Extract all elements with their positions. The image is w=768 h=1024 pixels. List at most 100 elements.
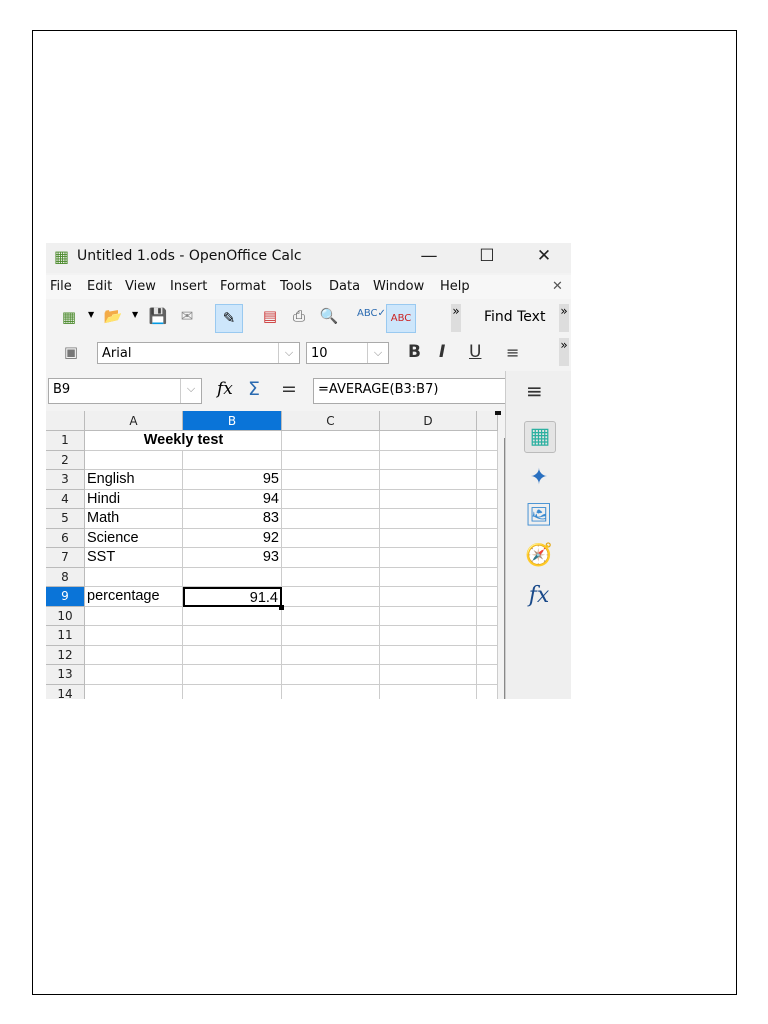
cell-E13[interactable] [477, 665, 498, 685]
font-name-combo[interactable]: Arial ⌵ [97, 342, 300, 364]
cell-A7[interactable]: SST [85, 548, 183, 568]
align-left-button[interactable]: ≡ [506, 343, 519, 362]
find-text-field[interactable]: Find Text [484, 309, 545, 325]
cell-B3[interactable]: 95 [183, 470, 282, 490]
column-header-b[interactable]: B [183, 411, 282, 431]
navigator-icon[interactable]: 🧭 [524, 541, 554, 571]
bold-button[interactable]: B [408, 342, 421, 362]
cell-C7[interactable] [282, 548, 380, 568]
cell-C5[interactable] [282, 509, 380, 529]
cell-B14[interactable] [183, 684, 282, 699]
cell-A13[interactable] [85, 665, 183, 685]
cell-A9[interactable]: percentage [85, 587, 183, 607]
styles-icon[interactable]: ▣ [60, 343, 82, 361]
function-equals-icon[interactable]: = [281, 378, 297, 400]
row-header-9[interactable]: 9 [46, 587, 85, 607]
italic-button[interactable]: I [439, 342, 445, 362]
cell-A1[interactable]: Weekly test [85, 431, 282, 451]
cell-C12[interactable] [282, 645, 380, 665]
cell-C6[interactable] [282, 528, 380, 548]
cell-B8[interactable] [183, 567, 282, 587]
cell-E5[interactable] [477, 509, 498, 529]
cell-E3[interactable] [477, 470, 498, 490]
cell-E2[interactable] [477, 450, 498, 470]
cell-B9[interactable]: 91.4 [183, 587, 282, 607]
cell-C14[interactable] [282, 684, 380, 699]
row-header-10[interactable]: 10 [46, 606, 85, 626]
cell-A6[interactable]: Science [85, 528, 183, 548]
sum-icon[interactable]: Σ [248, 378, 260, 400]
cell-D9[interactable] [380, 587, 477, 607]
properties-icon[interactable]: ▦ [524, 421, 556, 453]
cell-D5[interactable] [380, 509, 477, 529]
find-more-button[interactable]: » [559, 304, 569, 332]
spellcheck-icon[interactable]: ABC✓ [357, 308, 386, 319]
cell-A14[interactable] [85, 684, 183, 699]
cell-C4[interactable] [282, 489, 380, 509]
sidebar-menu-icon[interactable]: ≡ [526, 379, 543, 403]
row-header-6[interactable]: 6 [46, 528, 85, 548]
print-icon[interactable]: ⎙ [288, 307, 310, 325]
menu-window[interactable]: Window [373, 279, 424, 294]
cell-E8[interactable] [477, 567, 498, 587]
row-header-13[interactable]: 13 [46, 665, 85, 685]
print-preview-icon[interactable]: 🔍 [318, 307, 340, 325]
cell-B10[interactable] [183, 606, 282, 626]
cell-C9[interactable] [282, 587, 380, 607]
cell-C11[interactable] [282, 626, 380, 646]
cell-B4[interactable]: 94 [183, 489, 282, 509]
cell-E4[interactable] [477, 489, 498, 509]
save-icon[interactable]: 💾 [147, 307, 169, 325]
cell-E1[interactable] [477, 431, 498, 451]
cell-C3[interactable] [282, 470, 380, 490]
cell-D8[interactable] [380, 567, 477, 587]
cell-A11[interactable] [85, 626, 183, 646]
cell-B12[interactable] [183, 645, 282, 665]
menu-format[interactable]: Format [220, 279, 266, 294]
cell-A10[interactable] [85, 606, 183, 626]
edit-mode-icon[interactable]: ✎ [215, 304, 243, 333]
cell-D2[interactable] [380, 450, 477, 470]
chevron-down-icon[interactable]: ⌵ [367, 343, 388, 363]
cell-D12[interactable] [380, 645, 477, 665]
cell-E10[interactable] [477, 606, 498, 626]
function-wizard-icon[interactable]: fx [217, 379, 233, 399]
row-header-8[interactable]: 8 [46, 567, 85, 587]
cell-E7[interactable] [477, 548, 498, 568]
close-document-button[interactable]: ✕ [552, 279, 563, 294]
menu-tools[interactable]: Tools [280, 279, 312, 294]
cell-D6[interactable] [380, 528, 477, 548]
cell-B5[interactable]: 83 [183, 509, 282, 529]
gallery-icon[interactable]: 🖼 [524, 501, 554, 531]
cell-C2[interactable] [282, 450, 380, 470]
cell-E6[interactable] [477, 528, 498, 548]
maximize-button[interactable]: ☐ [472, 246, 502, 266]
cell-D4[interactable] [380, 489, 477, 509]
export-pdf-icon[interactable]: ▤ [259, 307, 281, 325]
cell-D14[interactable] [380, 684, 477, 699]
row-header-12[interactable]: 12 [46, 645, 85, 665]
cell-C8[interactable] [282, 567, 380, 587]
cell-A12[interactable] [85, 645, 183, 665]
cell-B7[interactable]: 93 [183, 548, 282, 568]
minimize-button[interactable]: — [414, 246, 444, 266]
cell-B6[interactable]: 92 [183, 528, 282, 548]
cell-B13[interactable] [183, 665, 282, 685]
autospellcheck-icon[interactable]: ABC [386, 304, 416, 333]
chevron-down-icon[interactable]: ⌵ [278, 343, 299, 363]
cell-B11[interactable] [183, 626, 282, 646]
cell-D13[interactable] [380, 665, 477, 685]
open-dropdown-icon[interactable]: ▼ [132, 310, 138, 319]
font-size-combo[interactable]: 10 ⌵ [306, 342, 389, 364]
cell-A3[interactable]: English [85, 470, 183, 490]
row-header-14[interactable]: 14 [46, 684, 85, 699]
select-all-corner[interactable] [46, 411, 85, 431]
row-header-11[interactable]: 11 [46, 626, 85, 646]
open-folder-icon[interactable]: 📂 [102, 307, 124, 325]
formula-input[interactable]: =AVERAGE(B3:B7) [313, 378, 511, 404]
email-icon[interactable]: ✉ [176, 307, 198, 325]
menu-insert[interactable]: Insert [170, 279, 207, 294]
cell-D1[interactable] [380, 431, 477, 451]
row-header-1[interactable]: 1 [46, 431, 85, 451]
cell-E12[interactable] [477, 645, 498, 665]
